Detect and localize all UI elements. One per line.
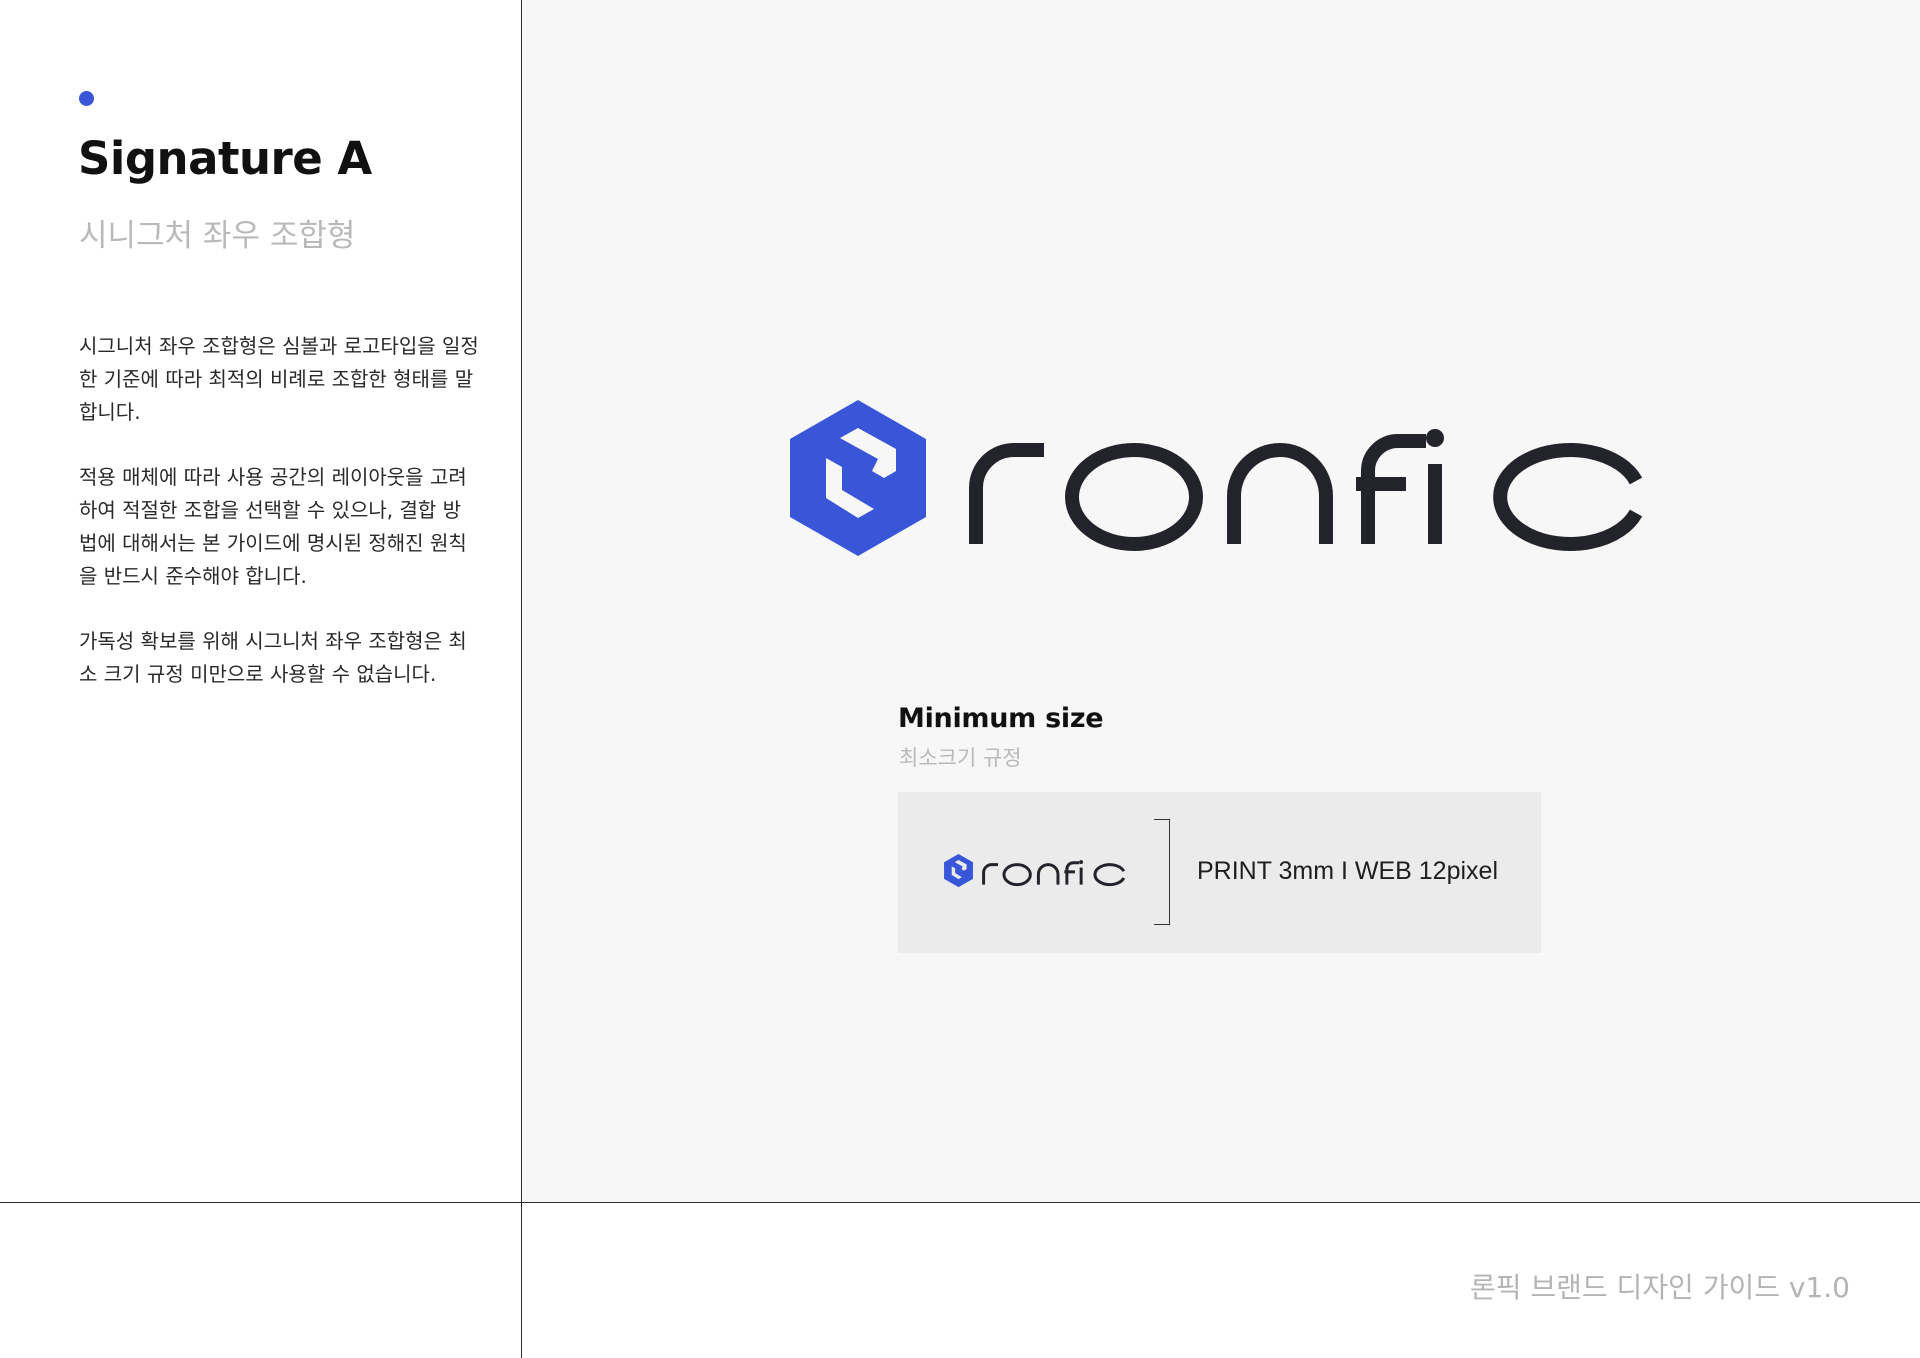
section-title: Signature A bbox=[78, 132, 372, 185]
ronfic-logo-small bbox=[944, 854, 1126, 888]
ronfic-symbol-icon bbox=[790, 400, 926, 556]
description-paragraph-1: 시그니처 좌우 조합형은 심볼과 로고타입을 일정한 기준에 따라 최적의 비례… bbox=[79, 334, 479, 424]
horizontal-divider bbox=[0, 1202, 1920, 1203]
logo-showcase-panel bbox=[522, 0, 1920, 1202]
section-subtitle: 시니그처 좌우 조합형 bbox=[79, 218, 356, 254]
ronfic-logo bbox=[790, 400, 1660, 556]
brand-guide-page: Signature A 시니그처 좌우 조합형 시그니처 좌우 조합형은 심볼과… bbox=[0, 0, 1920, 1358]
minimum-size-title: Minimum size bbox=[898, 703, 1104, 734]
vertical-divider bbox=[521, 0, 522, 1358]
guide-footer-label: 론픽 브랜드 디자인 가이드 v1.0 bbox=[1469, 1271, 1850, 1304]
ronfic-wordmark bbox=[976, 429, 1636, 544]
description-paragraph-2: 적용 매체에 따라 사용 공간의 레이아웃을 고려하여 적절한 조합을 선택할 … bbox=[79, 465, 467, 588]
size-bracket bbox=[1154, 819, 1170, 925]
ronfic-wordmark-small bbox=[982, 860, 1126, 887]
minimum-size-box: PRINT 3mm I WEB 12pixel bbox=[898, 792, 1541, 953]
ronfic-symbol-small-icon bbox=[944, 854, 973, 888]
minimum-size-spec: PRINT 3mm I WEB 12pixel bbox=[1197, 857, 1499, 885]
description-paragraph-3: 가독성 확보를 위해 시그니처 좌우 조합형은 최소 크기 규정 미만으로 사용… bbox=[79, 629, 467, 686]
accent-dot bbox=[79, 91, 94, 106]
minimum-size-subtitle: 최소크기 규정 bbox=[899, 746, 1022, 770]
